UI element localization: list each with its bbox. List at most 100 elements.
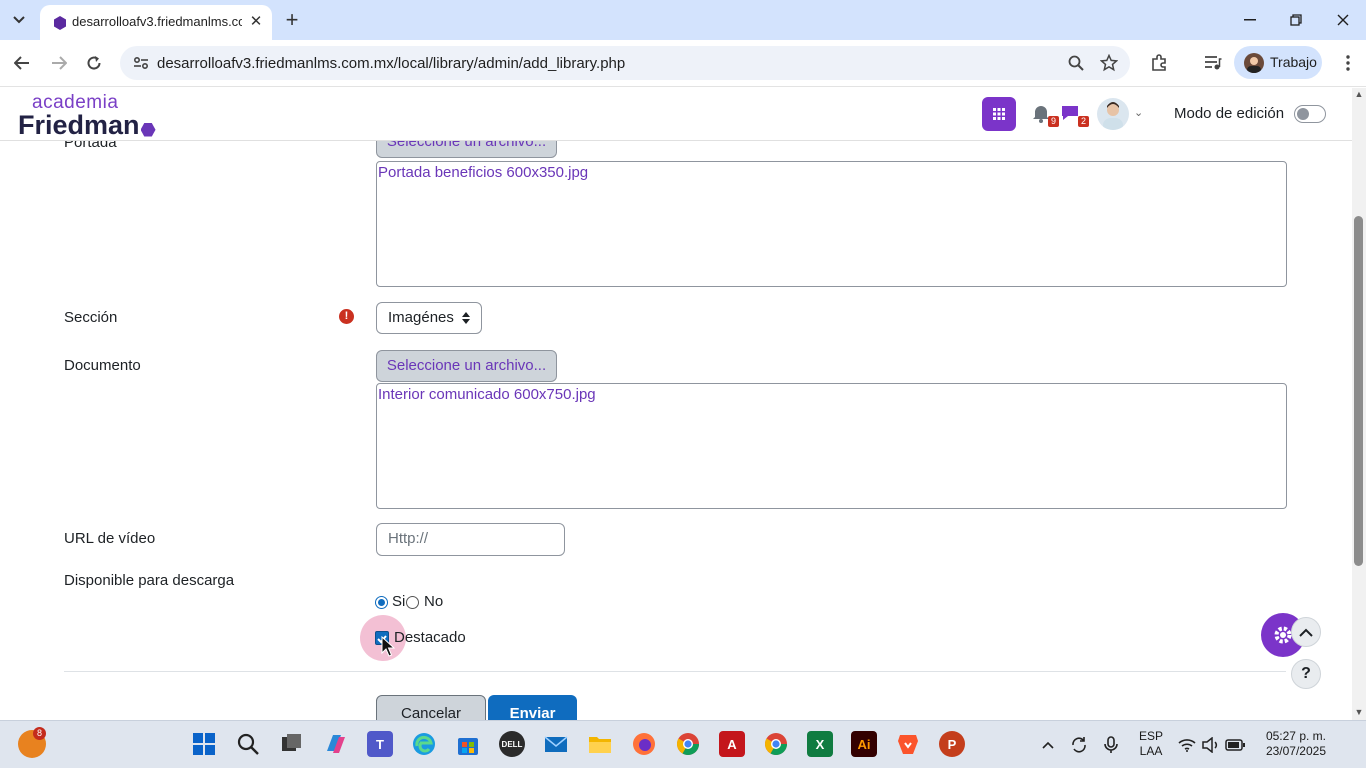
search-page-button[interactable] <box>1065 52 1087 74</box>
submit-button[interactable]: Enviar <box>488 695 577 720</box>
browser-toolbar: desarrolloafv3.friedmanlms.com.mx/local/… <box>0 40 1366 87</box>
documento-file-dropzone[interactable]: Interior comunicado 600x750.jpg <box>376 383 1287 509</box>
start-button[interactable] <box>191 731 217 757</box>
windows-logo-icon <box>193 733 215 755</box>
chrome-icon <box>677 733 699 755</box>
firefox-app-icon[interactable] <box>631 731 657 757</box>
address-bar[interactable]: desarrolloafv3.friedmanlms.com.mx/local/… <box>120 46 1130 80</box>
task-view-button[interactable] <box>279 731 305 757</box>
firefox-icon <box>633 733 655 755</box>
powerpoint-icon: P <box>947 736 957 752</box>
documento-file-picker-button[interactable]: Seleccione un archivo... <box>376 350 557 382</box>
descarga-radio-no-label[interactable]: No <box>424 593 443 610</box>
wifi-tray-button[interactable] <box>1176 734 1198 756</box>
person-icon <box>1103 102 1123 130</box>
tab-search-button[interactable] <box>6 8 32 32</box>
descarga-radio-si[interactable] <box>375 596 388 609</box>
close-tab-icon[interactable]: ✕ <box>246 11 266 31</box>
acrobat-app-icon[interactable]: A <box>719 731 745 757</box>
notifications-button[interactable]: 9 <box>1029 103 1059 127</box>
battery-tray-button[interactable] <box>1224 734 1246 756</box>
apps-menu-button[interactable] <box>982 97 1016 131</box>
close-window-button[interactable] <box>1331 8 1355 32</box>
maximize-window-button[interactable] <box>1284 8 1308 32</box>
edit-mode-toggle[interactable] <box>1294 105 1326 123</box>
taskbar-search-button[interactable] <box>235 731 261 757</box>
sync-tray-button[interactable] <box>1068 734 1090 756</box>
select-caret-icon <box>462 312 470 324</box>
forward-button[interactable] <box>46 50 72 76</box>
acrobat-icon: A <box>727 736 737 752</box>
browser-menu-button[interactable] <box>1336 51 1360 75</box>
volume-tray-button[interactable] <box>1200 734 1222 756</box>
person-icon <box>1247 57 1261 73</box>
microphone-icon <box>1104 736 1118 753</box>
brave-app-icon[interactable] <box>895 731 921 757</box>
clock-time: 05:27 p. m. <box>1265 729 1326 743</box>
profile-button[interactable]: Trabajo <box>1234 46 1322 79</box>
star-icon <box>1100 54 1118 72</box>
mouse-cursor-icon <box>381 636 395 657</box>
extensions-button[interactable] <box>1147 51 1171 75</box>
destacado-label[interactable]: Destacado <box>394 629 466 646</box>
puzzle-icon <box>1152 54 1166 71</box>
browser-tab[interactable]: desarrolloafv3.friedmanlms.com ✕ <box>40 5 272 40</box>
scroll-to-top-button[interactable] <box>1291 617 1321 647</box>
messages-button[interactable]: 2 <box>1059 103 1089 127</box>
cancel-button[interactable]: Cancelar <box>376 695 486 720</box>
illustrator-app-icon[interactable]: Ai <box>851 731 877 757</box>
scrollbar-thumb[interactable] <box>1354 216 1363 566</box>
edit-mode-label: Modo de edición <box>1174 105 1285 122</box>
input-language-indicator[interactable]: ESP LAA <box>1139 729 1163 759</box>
chrome-app-icon[interactable] <box>763 731 789 757</box>
site-info-icon[interactable] <box>132 54 150 72</box>
teams-app-icon[interactable]: T <box>367 731 393 757</box>
seccion-select[interactable]: Imagénes <box>376 302 482 334</box>
scroll-up-arrow-icon[interactable]: ▲ <box>1354 90 1364 99</box>
store-app-icon[interactable] <box>455 731 481 757</box>
copilot-app-icon[interactable] <box>323 731 349 757</box>
required-icon: ! <box>339 309 354 324</box>
taskbar-clock[interactable]: 05:27 p. m. 23/07/2025 <box>1256 729 1326 759</box>
documento-file-name[interactable]: Interior comunicado 600x750.jpg <box>378 386 596 403</box>
user-avatar[interactable] <box>1097 98 1129 130</box>
scroll-down-arrow-icon[interactable]: ▼ <box>1354 708 1364 717</box>
page-viewport: Portada Seleccione un archivo... Portada… <box>0 88 1366 720</box>
minimize-window-button[interactable] <box>1238 8 1262 32</box>
descarga-radio-si-label[interactable]: Si <box>392 593 405 610</box>
file-explorer-app-icon[interactable] <box>587 731 613 757</box>
profile-label: Trabajo <box>1270 54 1317 70</box>
portada-file-name[interactable]: Portada beneficios 600x350.jpg <box>378 164 588 181</box>
back-button[interactable] <box>9 50 35 76</box>
help-button[interactable]: ? <box>1291 659 1321 689</box>
mail-icon <box>544 736 568 752</box>
excel-app-icon[interactable]: X <box>807 731 833 757</box>
edge-app-icon[interactable] <box>411 731 437 757</box>
dell-icon: DELL <box>501 739 523 749</box>
dell-app-icon[interactable]: DELL <box>499 731 525 757</box>
reload-button[interactable] <box>81 50 107 76</box>
site-favicon-icon <box>54 16 66 30</box>
user-menu-chevron-icon[interactable]: ⌄ <box>1134 106 1143 119</box>
academia-friedman-logo[interactable]: academia Friedman <box>18 93 156 139</box>
descarga-radio-no[interactable] <box>406 596 419 609</box>
search-icon <box>1068 55 1084 71</box>
bookmark-button[interactable] <box>1098 52 1120 74</box>
powerpoint-app-icon[interactable]: P <box>939 731 965 757</box>
portada-file-dropzone[interactable]: Portada beneficios 600x350.jpg <box>376 161 1287 287</box>
store-icon <box>458 738 478 755</box>
grid-icon <box>993 108 1005 120</box>
chrome-icon <box>765 733 787 755</box>
show-hidden-icons-button[interactable] <box>1037 734 1059 756</box>
mail-app-icon[interactable] <box>543 731 569 757</box>
profile-avatar <box>1244 53 1264 73</box>
chrome-work-app-icon[interactable] <box>675 731 701 757</box>
documento-label: Documento <box>64 357 141 374</box>
page-scrollbar[interactable]: ▲ ▼ <box>1352 88 1366 720</box>
restore-icon <box>1290 14 1302 26</box>
media-controls-button[interactable] <box>1201 51 1225 75</box>
microphone-tray-button[interactable] <box>1100 734 1122 756</box>
wifi-icon <box>1178 739 1196 752</box>
video-url-input[interactable]: Http:// <box>376 523 565 556</box>
new-tab-button[interactable]: + <box>280 7 304 32</box>
